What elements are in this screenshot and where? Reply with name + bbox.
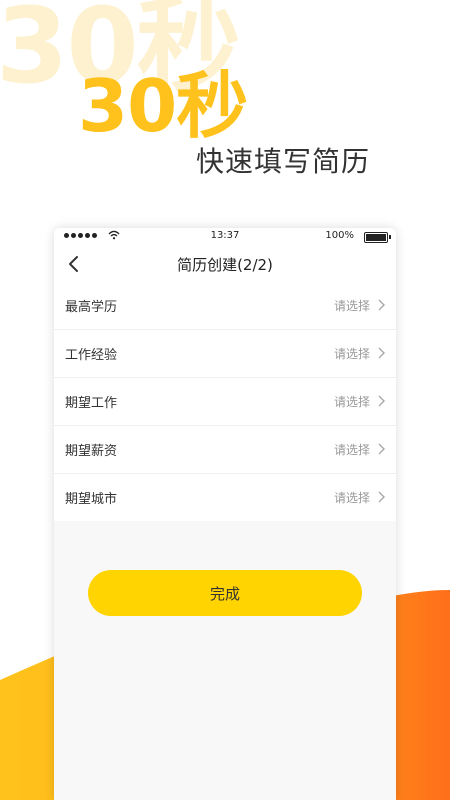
promo-subtitle: 快速填写简历: [196, 145, 371, 178]
chevron-right-icon: [378, 347, 385, 359]
done-button[interactable]: 完成: [88, 570, 362, 616]
list-item-experience[interactable]: 工作经验 请选择: [54, 329, 396, 377]
row-placeholder: 请选择: [333, 491, 370, 505]
battery-percent: 100%: [325, 230, 354, 241]
chevron-right-icon: [378, 491, 385, 503]
status-bar: 13:37 100%: [54, 228, 396, 246]
list-item-desired-city[interactable]: 期望城市 请选择: [54, 473, 396, 521]
row-label: 期望城市: [65, 492, 118, 507]
phone-mockup: 13:37 100% 简历创建(2/2) 最高学历 请选择 工作经验 请选择 期…: [54, 228, 396, 800]
battery-cap: [389, 235, 391, 239]
row-label: 最高学历: [65, 300, 118, 315]
list-item-desired-salary[interactable]: 期望薪资 请选择: [54, 425, 396, 473]
chevron-right-icon: [378, 443, 385, 455]
row-label: 工作经验: [65, 348, 118, 363]
list-item-desired-job[interactable]: 期望工作 请选择: [54, 377, 396, 425]
row-placeholder: 请选择: [333, 395, 370, 409]
page-title: 简历创建(2/2): [177, 256, 273, 274]
battery-icon: [364, 232, 388, 243]
promo-title: 30秒: [78, 64, 248, 148]
row-label: 期望薪资: [65, 444, 118, 459]
nav-bar: 简历创建(2/2): [54, 246, 396, 282]
row-placeholder: 请选择: [333, 443, 370, 457]
row-placeholder: 请选择: [333, 347, 370, 361]
resume-form-list: 最高学历 请选择 工作经验 请选择 期望工作 请选择 期望薪资 请选择 期望城市…: [54, 282, 396, 521]
chevron-right-icon: [378, 299, 385, 311]
chevron-right-icon: [378, 395, 385, 407]
row-placeholder: 请选择: [333, 299, 370, 313]
list-item-education[interactable]: 最高学历 请选择: [54, 282, 396, 329]
row-label: 期望工作: [65, 396, 118, 411]
